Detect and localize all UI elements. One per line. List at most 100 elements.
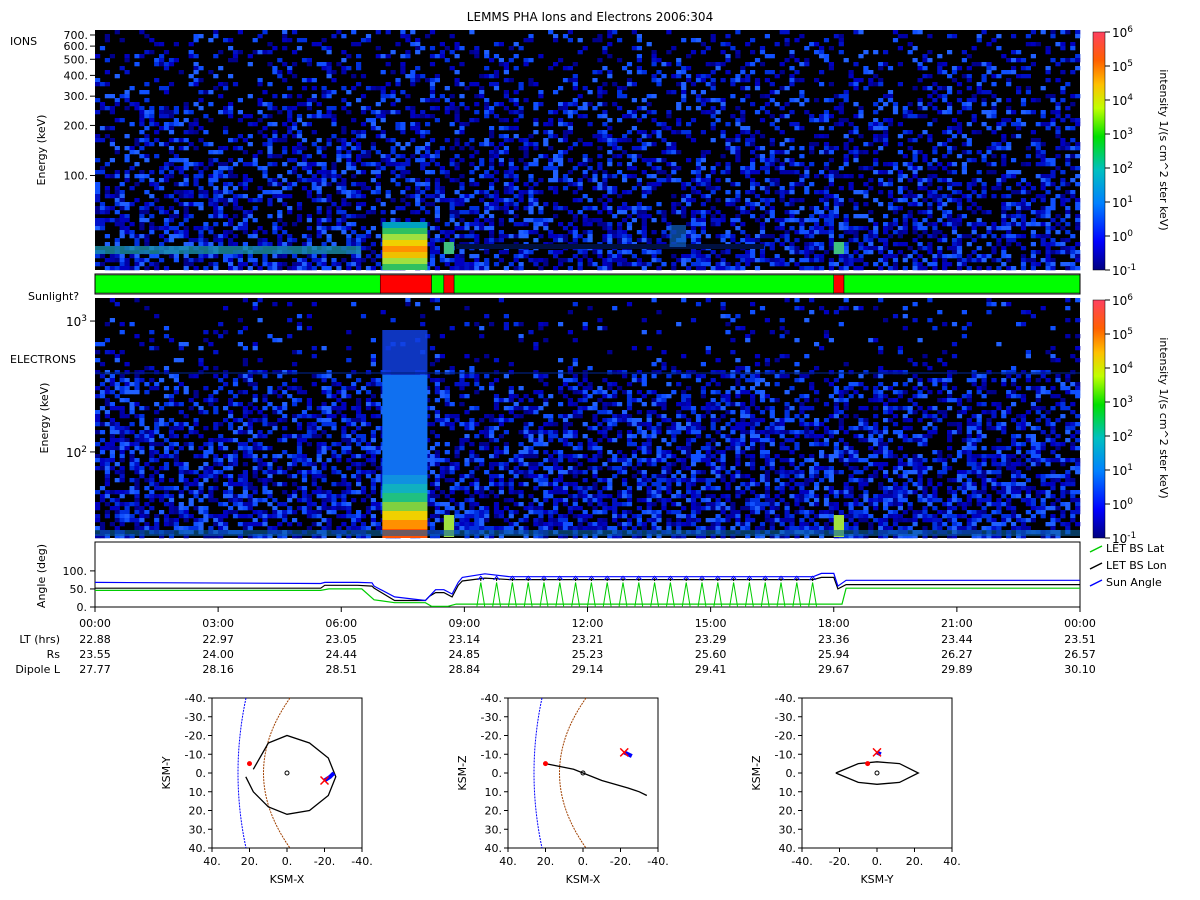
orbit-plot: -40.-30.-20.-10.0.10.20.30.40.-40. -20. 0.… bbox=[750, 692, 961, 886]
colorbar-tick-label: 101 bbox=[1112, 195, 1133, 210]
colorbar-tick-label: 104 bbox=[1112, 361, 1133, 376]
orbit-xtick-label: 20. bbox=[906, 855, 924, 868]
ions-tick-label: 500. bbox=[64, 53, 89, 66]
orbit-ytick-label: 10. bbox=[189, 786, 207, 799]
ions-event-band bbox=[382, 240, 428, 246]
time-row-value: 25.60 bbox=[695, 648, 727, 661]
legend-label: LET BS Lon bbox=[1106, 559, 1167, 572]
orbit-xtick-label: 20. bbox=[537, 855, 555, 868]
colorbar-tick-label: 104 bbox=[1112, 93, 1133, 108]
ions-low-band bbox=[95, 246, 361, 254]
ions-event-small bbox=[833, 242, 845, 254]
time-row-value: 24.00 bbox=[202, 648, 234, 661]
orbit-ytick-label: -20. bbox=[481, 730, 502, 743]
electrons-colorbar-label: intensity 1/(s cm^2 ster keV) bbox=[1157, 337, 1170, 498]
angle-ticks: 100. 50. 0. bbox=[63, 565, 95, 614]
orbit-xtick-label: 40. bbox=[499, 855, 517, 868]
orbit-frame bbox=[801, 697, 953, 849]
ions-event-band bbox=[382, 222, 428, 228]
orbit-xlabel: KSM-X bbox=[270, 873, 305, 886]
orbit-xtick-label: 0. bbox=[578, 855, 589, 868]
orbit-ytick-label: -30. bbox=[185, 711, 206, 724]
orbit-xlabel: KSM-Y bbox=[860, 873, 893, 886]
electrons-event-band bbox=[382, 484, 428, 493]
time-row-value: 26.57 bbox=[1064, 648, 1096, 661]
ions-event-small bbox=[443, 242, 455, 254]
orbit-ytick-label: -10. bbox=[775, 748, 796, 761]
time-tick-label: 18:00 bbox=[818, 617, 850, 630]
sunlight-segment-shadow bbox=[833, 274, 845, 294]
ions-tick-label: 200. bbox=[64, 119, 89, 132]
time-row-value: 22.88 bbox=[79, 633, 111, 646]
ions-panel: IONS Energy (keV) 700.600.500.400.300.20… bbox=[10, 29, 1081, 271]
orbit-ytick-label: -20. bbox=[775, 730, 796, 743]
legend-label: LET BS Lat bbox=[1106, 542, 1165, 555]
electrons-ticks: 103 102 bbox=[66, 314, 95, 460]
orbit-ylabel: KSM-Z bbox=[456, 755, 469, 791]
orbit-ytick-label: 0. bbox=[492, 767, 503, 780]
orbit-ytick-label: 20. bbox=[189, 805, 207, 818]
ions-dark-band bbox=[456, 244, 764, 249]
ions-ticks: 700.600.500.400.300.200.100. bbox=[64, 29, 95, 182]
orbit-ytick-label: -10. bbox=[185, 748, 206, 761]
legend-swatch bbox=[1089, 545, 1103, 553]
orbit-start-dot bbox=[247, 761, 252, 767]
orbit-ytick-label: -40. bbox=[775, 692, 796, 705]
colorbar-tick-label: 103 bbox=[1112, 395, 1133, 410]
legend-swatch bbox=[1089, 562, 1103, 570]
time-row-value: 24.44 bbox=[326, 648, 358, 661]
orbit-xtick-label: -20. bbox=[610, 855, 631, 868]
angle-ylabel: Angle (deg) bbox=[35, 544, 48, 608]
ions-colorbar: 106 105 104 103 102 101 100 10-1 intensity 1/(s… bbox=[1092, 25, 1170, 278]
orbit-ytick-label: -10. bbox=[481, 748, 502, 761]
time-row-value: 25.23 bbox=[572, 648, 604, 661]
orbit-start-dot bbox=[543, 761, 548, 767]
time-row-value: 23.21 bbox=[572, 633, 604, 646]
electrons-tick-label: 103 bbox=[66, 314, 87, 329]
orbit-ytick-label: 30. bbox=[779, 823, 797, 836]
colorbar-tick-label: 100 bbox=[1112, 229, 1133, 244]
electrons-panel: ELECTRONS Energy (keV) 103 102 bbox=[10, 298, 1081, 539]
ions-event-band bbox=[382, 252, 428, 258]
angle-panel: Angle (deg) 100.50.0. LET BS LatLET BS L… bbox=[35, 541, 1167, 614]
electrons-event-high bbox=[382, 330, 428, 375]
time-row-value: 26.27 bbox=[941, 648, 973, 661]
time-row-value: 29.89 bbox=[941, 663, 973, 676]
orbit-plots: -40. -30. -20. -10. 0. 10. 20. 30. 40. 40. 20. 0. -2… bbox=[160, 692, 961, 886]
time-tick-label: 00:00 bbox=[1064, 617, 1096, 630]
orbit-xtick-label: -20. bbox=[314, 855, 335, 868]
ions-tick-label: 100. bbox=[64, 169, 89, 182]
time-row-value: 28.51 bbox=[326, 663, 358, 676]
orbit-plot: -40. -30. -20. -10. 0. 10. 20. 30. 40.40. 20. 0. -2… bbox=[456, 692, 669, 886]
angle-tick-label: 100. bbox=[63, 565, 88, 578]
time-row-value: 28.84 bbox=[449, 663, 481, 676]
electrons-event-band bbox=[382, 502, 428, 511]
sunlight-segment-shadow bbox=[379, 274, 432, 294]
orbit-ytick-label: -40. bbox=[185, 692, 206, 705]
orbit-ytick-label: -40. bbox=[481, 692, 502, 705]
time-tick-label: 06:00 bbox=[325, 617, 357, 630]
ions-blob bbox=[669, 225, 686, 247]
orbit-ytick-label: -30. bbox=[775, 711, 796, 724]
orbit-ytick-label: 20. bbox=[485, 805, 503, 818]
time-row-value: 27.77 bbox=[79, 663, 111, 676]
colorbar-tick-label: 102 bbox=[1112, 161, 1133, 176]
angle-tick-label: 50. bbox=[70, 583, 88, 596]
angle-frame bbox=[94, 541, 1081, 608]
electrons-ylabel: Energy (keV) bbox=[38, 383, 51, 454]
time-tick-label: 09:00 bbox=[449, 617, 481, 630]
time-row-value: 29.41 bbox=[695, 663, 727, 676]
ions-ylabel: Energy (keV) bbox=[35, 115, 48, 186]
colorbar-tick-label: 105 bbox=[1112, 327, 1133, 342]
orbit-xtick-label: 40. bbox=[203, 855, 221, 868]
colorbar-tick-label: 102 bbox=[1112, 429, 1133, 444]
ions-event-band bbox=[382, 234, 428, 240]
ions-label: IONS bbox=[10, 35, 37, 48]
orbit-start-dot bbox=[865, 761, 871, 767]
electrons-event-band bbox=[382, 493, 428, 502]
orbit-xtick-label: -20. bbox=[829, 855, 850, 868]
time-row-label: Dipole L bbox=[15, 663, 61, 676]
time-row-value: 23.05 bbox=[326, 633, 358, 646]
orbit-ytick-label: -30. bbox=[481, 711, 502, 724]
time-row-value: 23.44 bbox=[941, 633, 973, 646]
